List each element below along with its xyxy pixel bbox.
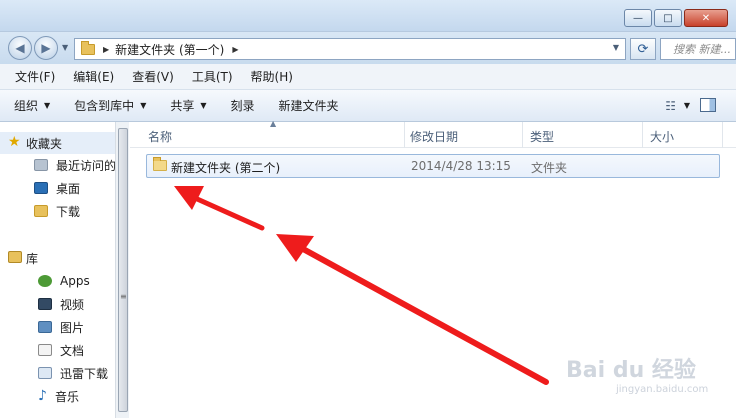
sidebar-libraries-label: 库 — [26, 251, 39, 266]
sidebar-music-label: 音乐 — [54, 389, 79, 404]
command-bar: 组织 ▼ 包含到库中 ▼ 共享 ▼ 刻录 新建文件夹 ☷ ▼ — [0, 90, 736, 122]
sidebar-documents-label: 文档 — [60, 343, 85, 358]
share-label: 共享 — [170, 99, 195, 113]
library-icon — [8, 251, 22, 263]
grip-icon: ≡ — [120, 292, 127, 301]
sidebar-item-desktop[interactable]: 桌面 — [34, 177, 80, 199]
forward-button[interactable]: ▶ — [34, 36, 58, 60]
pictures-icon — [38, 321, 52, 333]
preview-pane-icon[interactable] — [700, 98, 716, 112]
breadcrumb-current[interactable]: 新建文件夹 (第一个) — [115, 41, 224, 58]
folder-icon — [81, 40, 95, 55]
sort-ascending-icon: ▲ — [270, 119, 277, 128]
sidebar-item-thunder[interactable]: 迅雷下载 — [38, 362, 108, 384]
column-size[interactable]: 大小 — [650, 128, 674, 145]
star-icon: ★ — [8, 134, 21, 150]
menu-bar: 文件(F) 编辑(E) 查看(V) 工具(T) 帮助(H) — [0, 64, 736, 90]
column-divider[interactable] — [722, 122, 723, 148]
organize-button[interactable]: 组织 ▼ — [14, 97, 50, 114]
refresh-button[interactable]: ⟳ — [630, 38, 656, 60]
chevron-down-icon: ▼ — [44, 101, 51, 110]
menu-view[interactable]: 查看(V) — [123, 68, 183, 85]
maximize-button[interactable]: □ — [654, 9, 682, 27]
address-bar[interactable]: ▶ 新建文件夹 (第一个) ▶ ▼ — [74, 38, 626, 60]
documents-icon — [38, 344, 52, 356]
menu-help[interactable]: 帮助(H) — [242, 68, 302, 85]
sidebar-favorites-label: 收藏夹 — [26, 136, 63, 151]
burn-label: 刻录 — [230, 99, 255, 113]
recent-pages-dropdown[interactable]: ▼ — [62, 43, 68, 52]
sidebar-desktop-label: 桌面 — [56, 181, 81, 196]
chevron-down-icon[interactable]: ▼ — [613, 43, 619, 52]
folder-icon — [153, 157, 167, 174]
sidebar-item-music[interactable]: ♪ 音乐 — [38, 385, 79, 407]
watermark-logo: Bai du 经验 — [566, 358, 696, 383]
address-row: ◀ ▶ ▼ ▶ 新建文件夹 (第一个) ▶ ▼ ⟳ 搜索 新建... — [0, 32, 736, 64]
sidebar-item-apps[interactable]: Apps — [38, 270, 90, 292]
sidebar-recent-label: 最近访问的 — [56, 158, 117, 173]
sidebar-pictures-label: 图片 — [60, 320, 85, 335]
music-icon: ♪ — [38, 388, 47, 404]
column-divider[interactable] — [404, 122, 405, 148]
minimize-button[interactable]: — — [624, 9, 652, 27]
menu-tools[interactable]: 工具(T) — [183, 68, 242, 85]
sidebar-item-recent[interactable]: 最近访问的 — [34, 154, 116, 176]
burn-button[interactable]: 刻录 — [231, 97, 255, 114]
sidebar-downloads-label: 下载 — [56, 204, 81, 219]
arrow-right-icon: ▶ — [41, 41, 51, 55]
sidebar-item-favorites[interactable]: ★ 收藏夹 — [0, 132, 115, 154]
videos-icon — [38, 298, 52, 310]
search-placeholder: 搜索 新建... — [673, 43, 731, 56]
sidebar-videos-label: 视频 — [60, 297, 85, 312]
organize-label: 组织 — [14, 99, 39, 113]
sidebar-item-libraries[interactable]: 库 — [0, 247, 115, 269]
refresh-icon: ⟳ — [637, 41, 649, 57]
include-library-button[interactable]: 包含到库中 ▼ — [74, 97, 146, 114]
thunder-download-icon — [38, 367, 52, 379]
sidebar-apps-label: Apps — [60, 274, 90, 288]
apps-icon — [38, 275, 52, 287]
breadcrumb-separator-icon[interactable]: ▶ — [103, 45, 109, 54]
title-bar: — □ ✕ — [0, 0, 736, 32]
scrollbar-thumb[interactable] — [118, 128, 128, 412]
sidebar-item-pictures[interactable]: 图片 — [38, 316, 84, 338]
back-button[interactable]: ◀ — [8, 36, 32, 60]
sidebar-item-videos[interactable]: 视频 — [38, 293, 84, 315]
breadcrumb-separator-icon[interactable]: ▶ — [232, 45, 238, 54]
recent-places-icon — [34, 159, 48, 171]
chevron-down-icon[interactable]: ▼ — [684, 101, 690, 110]
search-input[interactable]: 搜索 新建... — [660, 38, 736, 60]
navigation-pane: ★ 收藏夹 最近访问的 桌面 下载 库 Apps 视频 图片 文档 迅雷下载 ♪… — [0, 122, 116, 418]
downloads-folder-icon — [34, 205, 48, 217]
menu-file[interactable]: 文件(F) — [6, 68, 64, 85]
view-options-icon[interactable]: ☷ — [665, 99, 676, 113]
sidebar-item-documents[interactable]: 文档 — [38, 339, 84, 361]
new-folder-label: 新建文件夹 — [278, 99, 339, 113]
chevron-down-icon: ▼ — [140, 101, 147, 110]
watermark-url: jingyan.baidu.com — [616, 384, 709, 395]
menu-edit[interactable]: 编辑(E) — [64, 68, 123, 85]
file-modified: 2014/4/28 13:15 — [411, 159, 511, 173]
chevron-down-icon: ▼ — [200, 101, 207, 110]
column-divider[interactable] — [522, 122, 523, 148]
column-headers: ▲ 名称 修改日期 类型 大小 — [130, 119, 736, 148]
column-modified[interactable]: 修改日期 — [410, 128, 458, 145]
sidebar-thunder-label: 迅雷下载 — [60, 366, 109, 381]
close-button[interactable]: ✕ — [684, 9, 728, 27]
file-name: 新建文件夹 (第二个) — [171, 161, 281, 175]
sidebar-item-downloads[interactable]: 下载 — [34, 200, 80, 222]
sidebar-scrollbar[interactable]: ≡ — [115, 122, 129, 418]
arrow-left-icon: ◀ — [15, 41, 25, 55]
include-library-label: 包含到库中 — [74, 99, 135, 113]
new-folder-button[interactable]: 新建文件夹 — [279, 97, 339, 114]
desktop-icon — [34, 182, 48, 194]
file-row[interactable]: 新建文件夹 (第二个) 2014/4/28 13:15 文件夹 — [146, 154, 720, 178]
column-divider[interactable] — [642, 122, 643, 148]
window-controls: — □ ✕ — [624, 9, 728, 27]
column-name[interactable]: 名称 — [148, 128, 172, 145]
file-type: 文件夹 — [531, 161, 568, 175]
column-type[interactable]: 类型 — [530, 128, 554, 145]
share-button[interactable]: 共享 ▼ — [170, 97, 206, 114]
